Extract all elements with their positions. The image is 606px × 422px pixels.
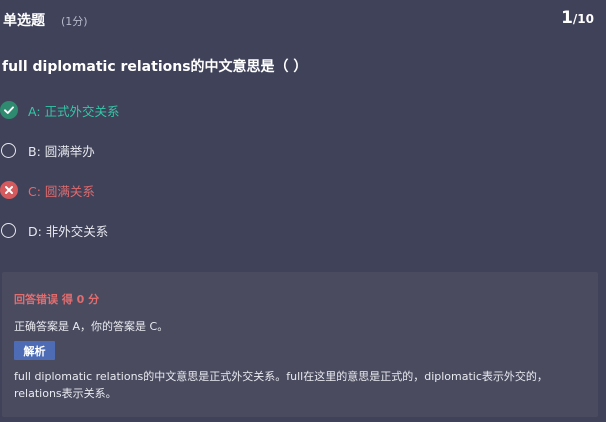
analysis-text: full diplomatic relations的中文意思是正式外交关系。fu… <box>14 370 548 400</box>
result-card: 回答错误 得 0 分 正确答案是 A，你的答案是 C。 解析 full dipl… <box>2 272 598 417</box>
radio-empty-icon <box>1 142 16 158</box>
option-d[interactable]: D: 非外交关系 <box>0 220 108 240</box>
option-d-label: D: 非外交关系 <box>28 223 109 239</box>
result-title: 回答错误 得 0 分 <box>14 293 100 306</box>
question-text: full diplomatic relations的中文意思是（ ） <box>2 59 308 75</box>
question-progress: 1/10 <box>561 8 594 28</box>
option-a-label: A: 正式外交关系 <box>28 103 120 119</box>
option-c-label: C: 圆满关系 <box>28 183 95 199</box>
analysis-button[interactable]: 解析 <box>14 341 55 360</box>
option-c[interactable]: C: 圆满关系 <box>0 180 95 200</box>
current-question-number: 1 <box>561 8 573 28</box>
question-type-label: 单选题 <box>3 13 45 29</box>
x-circle-icon <box>0 181 18 199</box>
question-score: (1分) <box>61 15 88 28</box>
check-circle-icon <box>0 101 18 119</box>
radio-empty-icon <box>1 222 16 238</box>
total-question-count: 10 <box>577 12 594 26</box>
option-a[interactable]: A: 正式外交关系 <box>0 100 120 120</box>
correct-answer-line: 正确答案是 A，你的答案是 C。 <box>14 320 169 333</box>
option-b[interactable]: B: 圆满举办 <box>0 140 95 160</box>
option-b-label: B: 圆满举办 <box>28 143 95 159</box>
question-header: 单选题 (1分) 1/10 <box>0 0 606 40</box>
